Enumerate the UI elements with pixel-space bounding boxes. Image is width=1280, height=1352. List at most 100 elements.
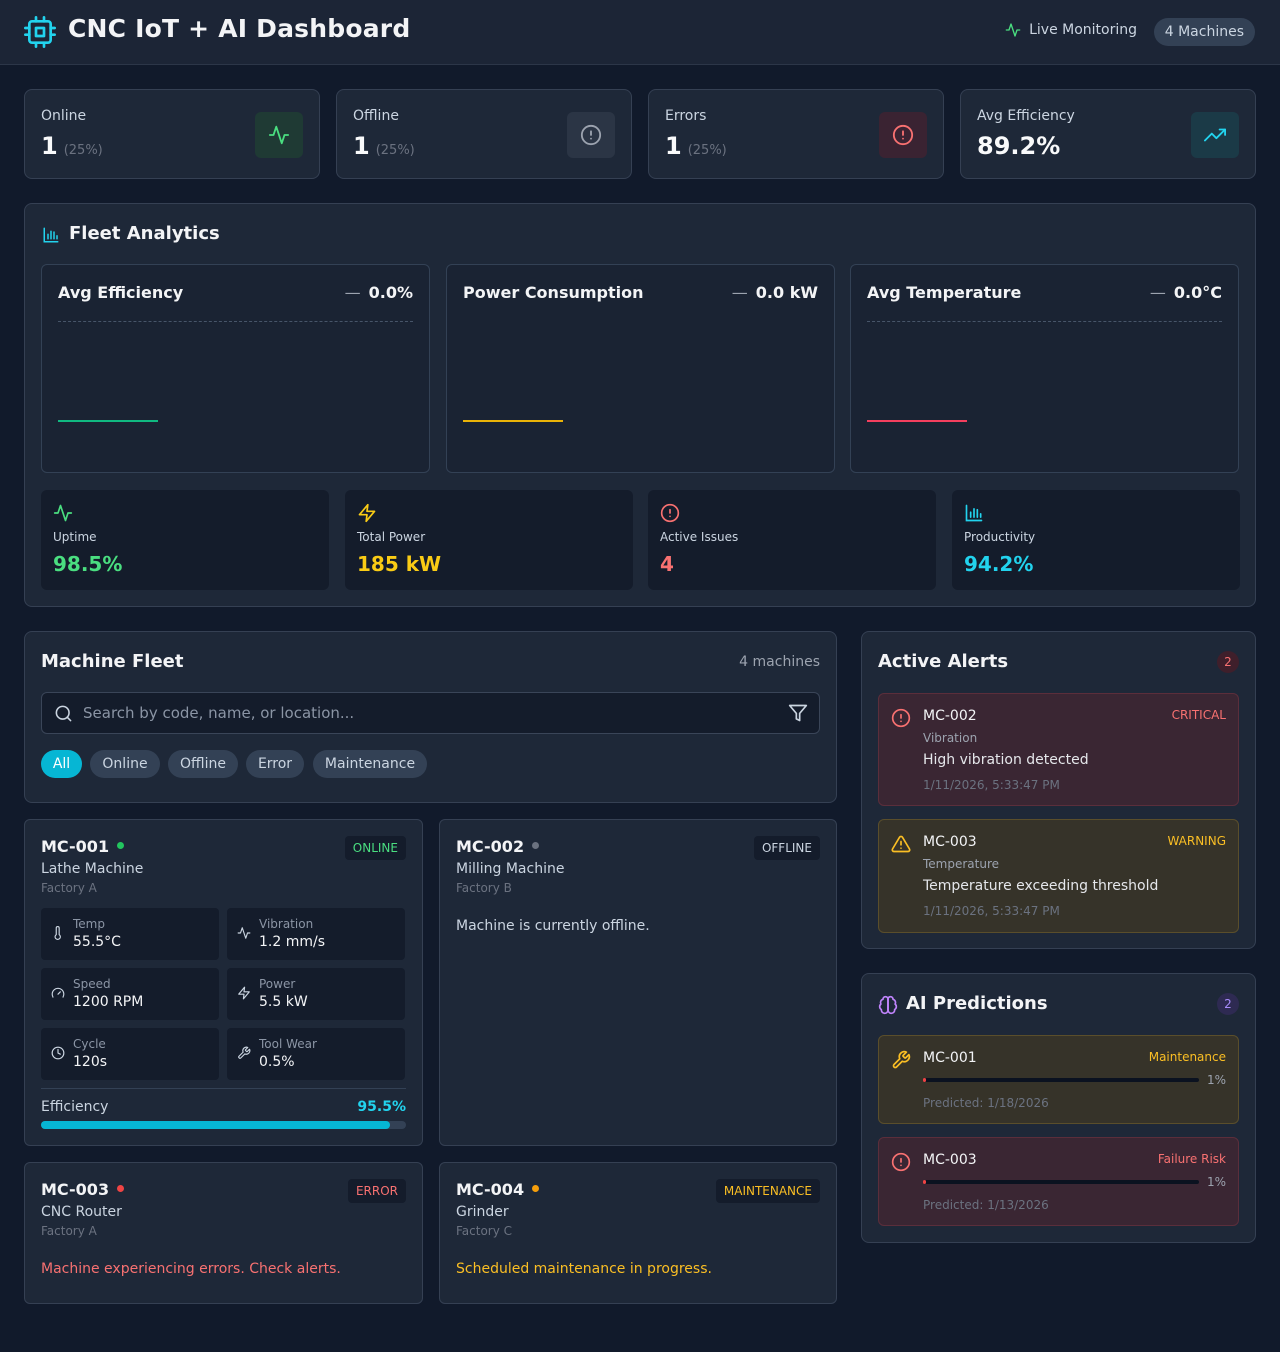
filter-chip-all[interactable]: All [41,750,82,778]
kpi-productivity: Productivity 94.2% [952,490,1240,590]
metric-cycle: Cycle 120s [41,1028,219,1080]
machine-code: MC-002 [456,837,540,856]
machine-location: Factory C [456,1224,513,1238]
status-dot [532,1185,540,1192]
filter-icon[interactable] [788,703,808,723]
alert-type: Vibration [923,731,978,745]
filter-chip-online[interactable]: Online [90,750,160,778]
machine-location: Factory B [456,881,512,895]
search-bar[interactable]: Search by code, name, or location... [41,692,820,734]
chart-avg-temperature: Avg Temperature —0.0°C [850,264,1239,473]
activity-icon [255,112,303,158]
metric-label: Tool Wear [259,1037,317,1051]
machine-name: Grinder [456,1204,509,1220]
clock-icon [51,1046,65,1060]
filter-chip-maintenance[interactable]: Maintenance [313,750,427,778]
probability-bar-fill [923,1078,926,1082]
fleet-analytics-title: Fleet Analytics [69,223,220,244]
machine-location: Factory A [41,1224,97,1238]
stat-label: Offline [353,108,399,124]
kpi-value: 94.2% [964,552,1034,576]
bar-chart-icon [964,503,984,523]
prediction-item[interactable]: MC-003 Failure Risk 1% Predicted: 1/13/2… [878,1137,1239,1226]
kpi-active-issues: Active Issues 4 [648,490,936,590]
bar-chart-icon [42,226,60,244]
filter-chip-error[interactable]: Error [246,750,304,778]
metric-label: Power [259,977,296,991]
brain-icon [878,995,898,1015]
metric-value: 55.5°C [73,934,121,950]
chart-value: —0.0% [344,283,413,302]
efficiency-bar-fill [41,1121,390,1129]
stat-label: Avg Efficiency [977,108,1075,124]
machine-fleet-panel: Machine Fleet 4 machines Search by code,… [24,631,837,803]
ai-predictions-title: AI Predictions [906,993,1048,1014]
machine-count-badge: 4 Machines [1153,18,1255,46]
search-icon [54,704,73,723]
machine-name: Lathe Machine [41,861,144,877]
chart-title: Avg Efficiency [58,283,184,302]
prediction-machine: MC-001 [923,1050,977,1066]
alert-description: Temperature exceeding threshold [923,878,1159,894]
thermometer-icon [51,926,65,940]
alerts-count-badge: 2 [1217,651,1239,673]
chart-title: Avg Temperature [867,283,1022,302]
alert-machine: MC-003 [923,834,977,850]
kpi-label: Active Issues [660,530,739,544]
zap-icon [237,986,251,1000]
efficiency-value: 95.5% [357,1099,406,1115]
stat-value: 1 (25%) [41,132,103,160]
alert-type: Temperature [923,857,1000,871]
metric-value: 1.2 mm/s [259,934,326,950]
machine-card-mc-002[interactable]: MC-002 OFFLINE Milling Machine Factory B… [439,819,837,1146]
prediction-machine: MC-003 [923,1152,977,1168]
probability-value: 1% [1206,1073,1226,1087]
stat-card-offline: Offline 1 (25%) [336,89,632,179]
alert-machine: MC-002 [923,708,977,724]
alert-timestamp: 1/11/2026, 5:33:47 PM [923,904,1060,918]
chart-avg-efficiency: Avg Efficiency —0.0% [41,264,430,473]
metric-temp: Temp 55.5°C [41,908,219,960]
metric-label: Temp [73,917,105,931]
metric-value: 120s [73,1054,108,1070]
activity-icon [53,503,73,523]
alert-description: High vibration detected [923,752,1089,768]
kpi-value: 4 [660,552,674,576]
live-monitoring-indicator: Live Monitoring [1005,22,1137,38]
metric-tool-wear: Tool Wear 0.5% [227,1028,405,1080]
metric-power: Power 5.5 kW [227,968,405,1020]
kpi-label: Total Power [357,530,426,544]
prediction-type: Failure Risk [1157,1152,1226,1166]
alert-circle-icon [891,708,911,728]
alert-circle-icon [891,1152,911,1172]
stat-value: 1 (25%) [353,132,415,160]
active-alerts-title: Active Alerts [878,651,1009,672]
status-dot [117,1185,125,1192]
machine-count: 4 machines [739,654,820,670]
wrench-icon [237,1046,251,1060]
stat-label: Online [41,108,87,124]
probability-value: 1% [1206,1175,1226,1189]
prediction-date: Predicted: 1/18/2026 [923,1096,1049,1110]
machine-card-mc-001[interactable]: MC-001 ONLINE Lathe Machine Factory A Te… [24,819,423,1146]
alert-item[interactable]: MC-002 CRITICAL Vibration High vibration… [878,693,1239,806]
chart-power-consumption: Power Consumption —0.0 kW [446,264,835,473]
stat-percent: (25%) [63,143,103,158]
alert-item[interactable]: MC-003 WARNING Temperature Temperature e… [878,819,1239,933]
alert-timestamp: 1/11/2026, 5:33:47 PM [923,778,1060,792]
activity-icon [237,926,251,940]
gauge-icon [51,986,65,1000]
prediction-item[interactable]: MC-001 Maintenance 1% Predicted: 1/18/20… [878,1035,1239,1124]
chart-sparkline [463,420,563,422]
machine-card-mc-004[interactable]: MC-004 MAINTENANCE Grinder Factory C Sch… [439,1162,837,1304]
machine-name: CNC Router [41,1204,122,1220]
kpi-label: Uptime [53,530,97,544]
metric-value: 0.5% [259,1054,295,1070]
machine-card-mc-003[interactable]: MC-003 ERROR CNC Router Factory A Machin… [24,1162,423,1304]
kpi-total-power: Total Power 185 kW [345,490,633,590]
filter-chip-offline[interactable]: Offline [168,750,238,778]
metric-speed: Speed 1200 RPM [41,968,219,1020]
kpi-value: 98.5% [53,552,123,576]
search-input[interactable]: Search by code, name, or location... [83,704,354,722]
alert-severity: CRITICAL [1171,708,1226,722]
